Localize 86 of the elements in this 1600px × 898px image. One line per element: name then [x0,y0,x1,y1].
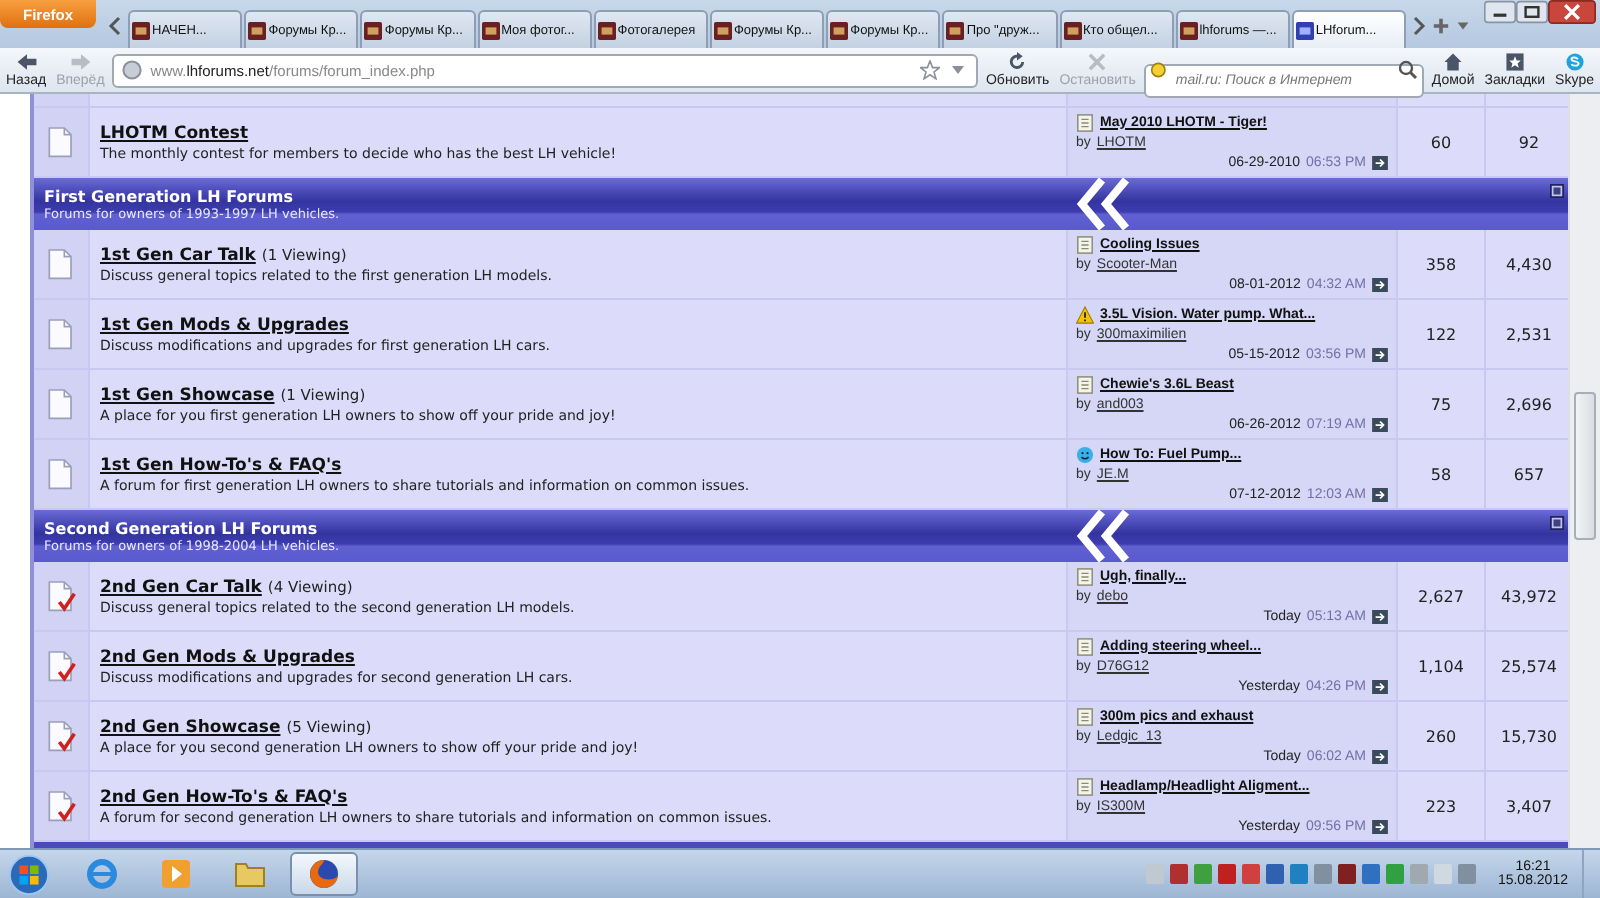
document-icon [1076,707,1094,725]
go-to-post-icon[interactable] [1372,679,1388,693]
restore-icon[interactable] [1516,0,1548,24]
document-icon [1076,637,1094,655]
go-to-post-icon[interactable] [1372,487,1388,501]
site-icon [248,21,267,39]
globe-e-icon [86,858,118,890]
forum-title-link[interactable]: 2nd Gen Car Talk [100,577,262,597]
site-icon [830,21,849,39]
search-icon[interactable] [1397,60,1418,80]
post-count: 2,531 [1506,325,1552,343]
chevrons-icon [1074,510,1134,562]
thread-count: 75 [1430,395,1452,413]
taskbar-button[interactable] [290,852,358,896]
smiley-icon [1076,445,1094,463]
thread-count: 58 [1430,465,1452,483]
post-count: 15,730 [1501,727,1557,745]
stop-icon [1086,52,1109,72]
post-count: 3,407 [1506,797,1552,815]
document-icon [1076,777,1094,795]
section-title: First Generation LH Forums [44,187,295,205]
close-icon[interactable] [1548,0,1596,24]
start-button[interactable] [8,853,50,895]
scrollbar[interactable] [1568,94,1600,848]
forum-title-link[interactable]: 1st Gen How-To's & FAQ's [100,455,342,475]
site-icon [713,21,732,39]
forum-title-link[interactable]: 2nd Gen Mods & Upgrades [100,647,355,667]
post-count: 4,430 [1506,255,1552,273]
document-icon [1076,375,1094,393]
collapse-icon[interactable] [1550,184,1564,198]
back-arrow-icon [15,52,38,72]
document-icon [1076,235,1094,253]
minimize-icon[interactable] [1484,0,1516,24]
forum-title-link[interactable]: 1st Gen Car Talk [100,245,256,265]
document-icon [1076,113,1094,131]
thread-count: 1,104 [1418,657,1464,675]
search-engine-icon[interactable] [1149,60,1170,80]
site-icon [1295,21,1314,39]
forum-title-link[interactable]: 2nd Gen Showcase [100,717,281,737]
forum-title-link[interactable]: 1st Gen Showcase [100,385,275,405]
collapse-icon[interactable] [1550,516,1564,530]
thread-count: 122 [1425,325,1457,343]
go-to-post-icon[interactable] [1372,277,1388,291]
forward-arrow-icon [69,52,92,72]
site-icon [1063,21,1081,39]
star-icon[interactable] [919,60,940,80]
skype-icon [1563,52,1586,72]
go-to-post-icon[interactable] [1372,155,1388,169]
thread-count: 2,627 [1418,587,1464,605]
post-count: 43,972 [1501,587,1557,605]
thread-count: 260 [1425,727,1457,745]
globe-icon [122,60,143,80]
thread-count: 358 [1425,255,1457,273]
site-icon [597,21,616,39]
scroll-right-icon[interactable] [1410,16,1428,36]
section-title: Second Generation LH Forums [44,519,320,537]
forum-title-link[interactable]: 1st Gen Mods & Upgrades [100,315,349,335]
go-to-post-icon[interactable] [1372,609,1388,623]
site-icon [946,21,965,39]
go-to-post-icon[interactable] [1372,819,1388,833]
post-count: 92 [1518,133,1540,151]
post-count: 25,574 [1501,657,1557,675]
post-count: 2,696 [1506,395,1552,413]
forum-title-link[interactable]: 2nd Gen How-To's & FAQ's [100,787,348,807]
site-icon [364,21,383,39]
home-icon [1442,52,1465,72]
document-icon [1076,567,1094,585]
play-icon [160,858,192,890]
new-tab-icon[interactable] [1432,16,1450,36]
fox-globe-icon [308,858,340,890]
go-to-post-icon[interactable] [1372,417,1388,431]
bookmarks-icon [1503,52,1526,72]
go-to-post-icon[interactable] [1372,749,1388,763]
scroll-left-icon[interactable] [106,16,124,36]
site-icon [1179,21,1198,39]
reload-icon [1006,52,1029,72]
folder-icon [234,858,266,890]
thread-count: 60 [1430,133,1452,151]
chevrons-icon [1074,178,1134,230]
forum-title-link[interactable]: LHOTM Contest [100,123,249,143]
post-count: 657 [1513,465,1545,483]
site-icon [481,21,500,39]
site-icon [132,21,150,39]
go-to-post-icon[interactable] [1372,347,1388,361]
thread-count: 223 [1425,797,1457,815]
warning-icon [1076,305,1094,323]
